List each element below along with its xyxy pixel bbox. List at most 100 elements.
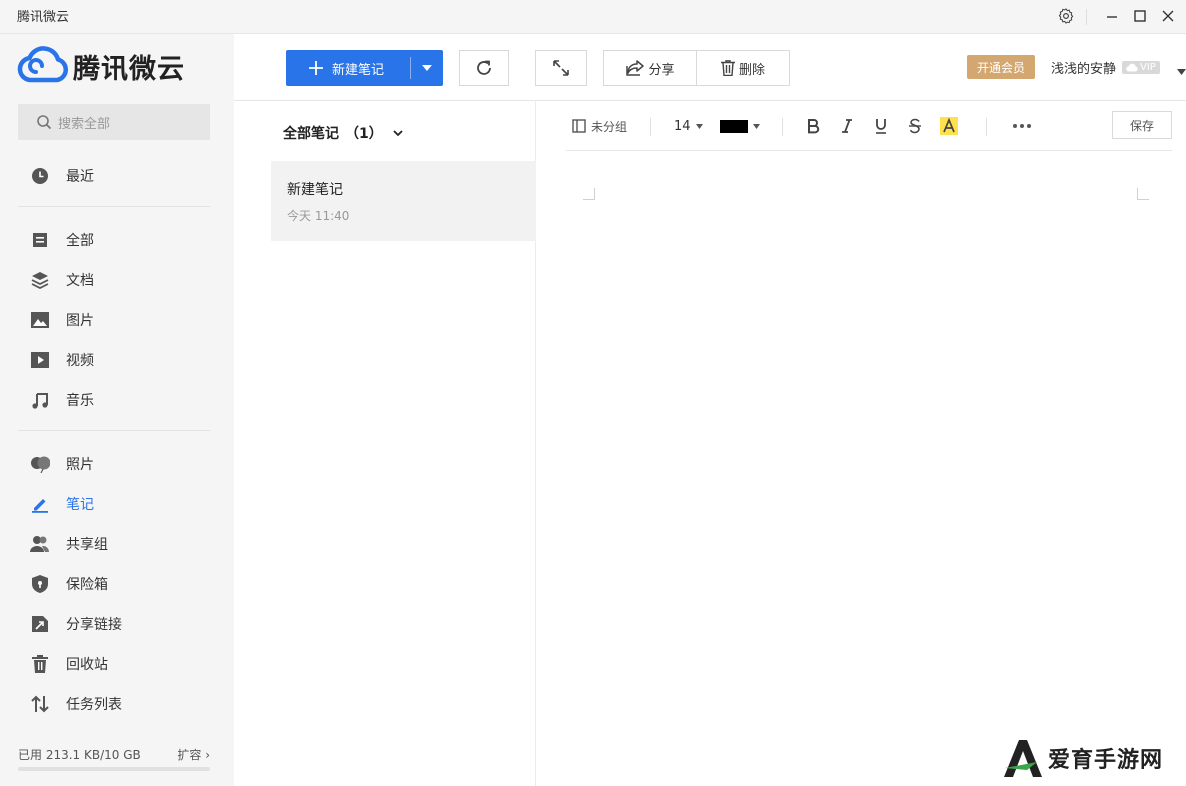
image-icon [30,310,50,330]
search-icon [37,115,52,130]
sidebar-item-music[interactable]: 音乐 [0,384,234,416]
note-list-item[interactable]: 新建笔记 今天 11:40 [271,161,536,241]
underline-button[interactable] [874,115,888,137]
search-input[interactable]: 搜索全部 [18,104,210,140]
highlight-button[interactable] [940,115,958,137]
sidebar-item-label: 分享链接 [66,617,122,633]
expand-storage-link[interactable]: 扩容 › [177,746,210,763]
titlebar-divider [1086,9,1087,25]
username: 浅浅的安静 [1051,62,1117,77]
sidebar-item-label: 回收站 [66,657,108,673]
toolbar-separator [782,118,783,136]
note-group-label: 未分组 [591,119,628,134]
delete-label: 删除 [738,62,765,78]
editor-corner-marker [583,188,595,200]
expand-storage-label: 扩容 [177,748,202,762]
font-size-select[interactable]: 14 [674,115,703,137]
trash-icon [30,654,50,674]
editor-toolbar: 未分组 14 保存 [566,101,1172,151]
sidebar-item-recent[interactable]: 最近 [0,160,234,192]
share-link-icon [30,614,50,634]
save-button[interactable]: 保存 [1112,111,1172,139]
cloud-icon [1126,63,1138,72]
bold-button[interactable] [806,115,820,137]
sidebar-item-label: 保险箱 [66,577,108,593]
sidebar-item-docs[interactable]: 文档 [0,264,234,296]
settings-gear-icon[interactable] [1056,6,1076,26]
logo-text: 腾讯微云 [73,53,185,85]
new-note-main[interactable]: 新建笔记 [286,50,410,86]
share-icon [626,60,645,76]
vip-subscribe-button[interactable]: 开通会员 [967,55,1035,79]
notebook-icon [572,119,586,133]
watermark-logo [1004,740,1042,777]
sidebar-item-all[interactable]: 全部 [0,224,234,256]
italic-button[interactable] [840,115,854,137]
transfer-arrows-icon [30,694,50,714]
text-color-picker[interactable] [720,115,760,137]
text-color-swatch [720,119,748,133]
minimize-icon[interactable] [1102,6,1122,26]
strikethrough-icon [909,118,921,134]
note-editor[interactable] [566,160,1172,760]
maximize-icon[interactable] [1130,6,1150,26]
app-logo: 腾讯微云 [17,46,185,86]
bold-icon [808,119,820,134]
new-note-button[interactable]: 新建笔记 [286,50,443,86]
close-icon[interactable] [1158,6,1178,26]
user-account-menu[interactable]: 浅浅的安静 VIP [1051,58,1160,77]
font-size-value: 14 [674,118,691,134]
document-list-icon [30,230,50,250]
site-watermark: 爱育手游网 [1002,738,1163,778]
sidebar-item-shared-group[interactable]: 共享组 [0,528,234,560]
refresh-button[interactable] [459,50,509,86]
sidebar-item-safe[interactable]: 保险箱 [0,568,234,600]
toolbar-separator [650,118,651,136]
music-note-icon [30,390,50,410]
sidebar-item-images[interactable]: 图片 [0,304,234,336]
notes-header-title: 全部笔记 [283,126,339,142]
vip-badge: VIP [1122,61,1160,74]
fullscreen-button[interactable] [535,50,587,86]
chevron-right-icon: › [205,748,210,762]
caret-down-icon [695,123,703,129]
strikethrough-button[interactable] [908,115,922,137]
share-button[interactable]: 分享 [603,50,697,86]
sidebar-item-photos[interactable]: 照片 [0,448,234,480]
notes-count: （1） [345,126,383,142]
shield-icon [30,574,50,594]
new-note-dropdown-icon[interactable] [411,50,443,86]
clock-icon [30,166,50,186]
sidebar-item-notes[interactable]: 笔记 [0,488,234,520]
user-menu-caret-icon[interactable] [1177,64,1186,79]
sidebar-item-label: 共享组 [66,537,108,553]
delete-button[interactable]: 删除 [696,50,790,86]
video-play-icon [30,350,50,370]
sidebar-item-label: 笔记 [66,497,94,513]
expand-arrows-icon [553,60,569,76]
sidebar-item-recycle[interactable]: 回收站 [0,648,234,680]
title-bar: 腾讯微云 [0,0,1186,34]
sidebar-item-tasks[interactable]: 任务列表 [0,688,234,720]
new-note-label: 新建笔记 [332,62,385,78]
storage-info: 已用 213.1 KB/10 GB 扩容 › [18,746,210,763]
toolbar-separator [986,118,987,136]
balloon-icon [30,454,50,474]
storage-progress-bar [18,767,210,771]
notes-filter-dropdown[interactable]: 全部笔记 （1） [283,123,403,143]
note-time: 今天 11:40 [287,209,350,223]
more-options-icon[interactable] [1012,115,1032,137]
sidebar-item-label: 文档 [66,273,94,289]
main-toolbar: 新建笔记 分享 删除 开通会员 浅浅的安静 VIP [234,34,1186,101]
note-group-selector[interactable]: 未分组 [572,115,627,137]
watermark-text: 爱育手游网 [1048,748,1164,773]
search-placeholder: 搜索全部 [58,116,111,132]
weiyun-cloud-icon [17,46,68,83]
window-title: 腾讯微云 [17,10,70,25]
sidebar-item-label: 音乐 [66,393,94,409]
underline-icon [876,119,886,134]
sidebar-item-share-links[interactable]: 分享链接 [0,608,234,640]
sidebar-item-label: 最近 [66,169,94,185]
storage-used-text: 已用 213.1 KB/10 GB [18,748,141,762]
sidebar-item-video[interactable]: 视频 [0,344,234,376]
